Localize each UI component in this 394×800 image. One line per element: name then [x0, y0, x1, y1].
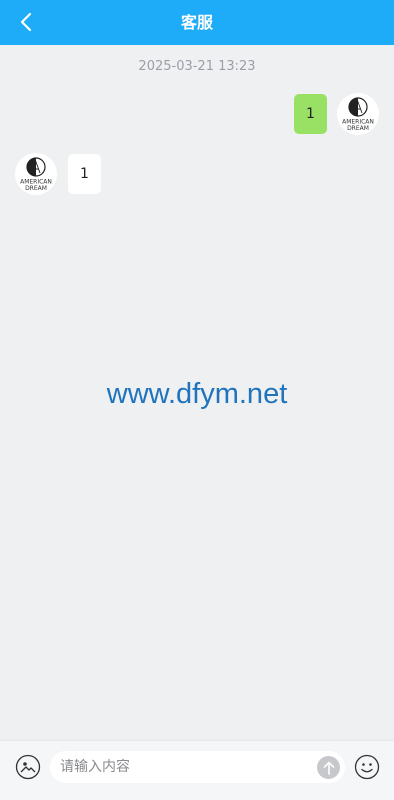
avatar[interactable]: AMERICAN DREAM — [337, 93, 379, 135]
message-bubble-sent[interactable]: 1 — [294, 94, 327, 134]
emoji-button[interactable] — [354, 754, 380, 780]
chat-page: 客服 2025-03-21 13:23 1 AMERICAN DREAM AME… — [0, 0, 394, 800]
header-bar: 客服 — [0, 0, 394, 45]
send-button[interactable] — [317, 756, 340, 779]
message-input[interactable] — [60, 751, 310, 783]
image-upload-button[interactable] — [15, 754, 41, 780]
watermark-text: www.dfym.net — [106, 378, 288, 410]
svg-text:DREAM: DREAM — [347, 125, 369, 132]
chevron-left-icon — [20, 12, 32, 32]
image-icon — [15, 754, 41, 780]
page-title: 客服 — [180, 13, 213, 32]
svg-text:DREAM: DREAM — [25, 185, 47, 192]
arrow-up-icon — [323, 761, 334, 775]
back-button[interactable] — [12, 8, 40, 36]
smiley-icon — [354, 754, 380, 780]
input-bar — [0, 740, 394, 800]
american-dream-logo: AMERICAN DREAM — [337, 93, 379, 135]
message-bubble-received[interactable]: 1 — [68, 154, 101, 194]
message-timestamp: 2025-03-21 13:23 — [138, 59, 256, 74]
avatar[interactable]: AMERICAN DREAM — [15, 153, 57, 195]
message-input-container — [50, 751, 345, 783]
american-dream-logo: AMERICAN DREAM — [15, 153, 57, 195]
